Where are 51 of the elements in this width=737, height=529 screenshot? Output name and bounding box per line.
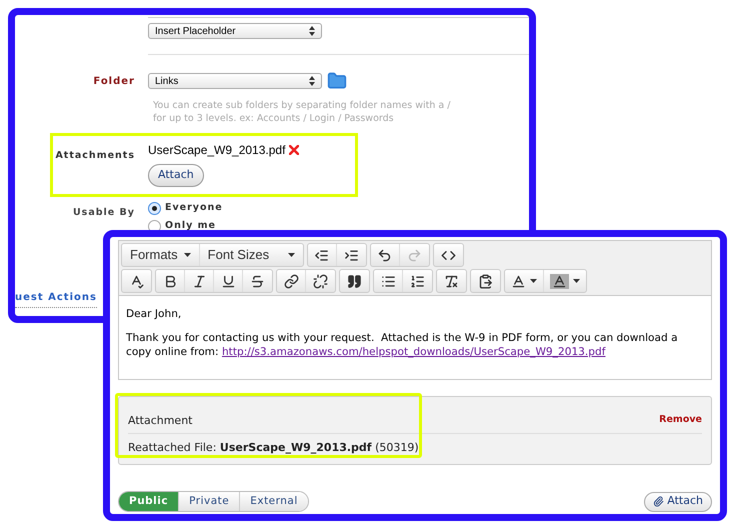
placeholder-select[interactable]: Insert Placeholder <box>148 23 322 39</box>
folder-label: Folder <box>92 74 135 88</box>
radio-label: Only me <box>165 219 216 234</box>
unlink-icon <box>313 274 328 288</box>
remove-icon[interactable] <box>289 145 300 155</box>
strikethrough-icon <box>250 274 265 288</box>
message-paragraph: Thank you for contacting us with your request. Attached is the W-9 in PDF form, or you can download a copy online from: http://s3.amazonaws.com/helpspot_downloads/UserScape_W9_2013.pdf <box>126 331 679 359</box>
paperclip-icon <box>653 496 664 507</box>
usable-by-label: Usable By <box>72 206 135 220</box>
radio-button[interactable] <box>148 202 161 215</box>
folder-hint: for up to 3 levels. ex: Accounts / Login / Passwords <box>153 112 395 125</box>
folder-select[interactable]: Links <box>148 73 322 89</box>
remove-link[interactable]: Remove <box>659 413 702 430</box>
visibility-tab[interactable]: Public <box>119 492 180 511</box>
indent-icon <box>344 248 359 262</box>
redo-icon <box>406 248 422 262</box>
italic-icon <box>192 274 206 288</box>
link-icon <box>284 274 298 288</box>
visibility-tab[interactable]: External <box>240 492 308 511</box>
reattached-file: Reattached File: UserScape_W9_2013.pdf (50319) <box>128 440 420 456</box>
section-link[interactable]: uest Actions <box>15 290 97 308</box>
attachment-title: Attachment <box>128 413 192 429</box>
numbered-list-icon <box>410 274 425 288</box>
caret-icon <box>288 253 295 257</box>
updown-arrows-icon <box>309 76 315 86</box>
caret-icon <box>573 279 580 283</box>
text-color-icon <box>511 274 526 288</box>
download-link[interactable]: http://s3.amazonaws.com/helpspot_downloads/UserScape_W9_2013.pdf <box>222 346 606 358</box>
attachments-label: Attachments <box>54 149 135 163</box>
attach-button[interactable]: Attach <box>644 492 712 512</box>
blockquote-icon <box>347 274 362 288</box>
bullet-list-icon <box>380 274 396 288</box>
folder-hint: You can create sub folders by separating folder names with a / <box>153 99 452 112</box>
radio-label: Everyone <box>165 201 223 215</box>
font-sizes-dropdown[interactable]: Font Sizes <box>200 244 303 266</box>
undo-icon <box>377 248 392 262</box>
outdent-icon <box>314 248 330 262</box>
underline-icon <box>220 274 236 288</box>
clear-formatting-icon <box>444 274 459 288</box>
greeting: Dear John, <box>126 307 182 321</box>
caret-icon <box>184 253 191 257</box>
attachment-filename: UserScape_W9_2013.pdf <box>148 142 286 159</box>
background-color-icon <box>552 274 567 288</box>
caret-icon <box>530 279 537 283</box>
editor-body[interactable]: Dear John, Thank you for contacting us with your request. Attached is the W-9 in PDF form, or you can download a copy online from: http://s3.amazonaws.com/helpspot_downloads/UserScape_W9_2013.pdf <box>119 296 711 379</box>
attach-button[interactable]: Attach <box>148 164 204 187</box>
paste-text-icon <box>478 274 493 288</box>
updown-arrows-icon <box>309 26 315 36</box>
spellcheck-icon <box>129 274 144 288</box>
formats-dropdown[interactable]: Formats <box>122 244 200 266</box>
visibility-tab[interactable]: Private <box>179 492 240 511</box>
